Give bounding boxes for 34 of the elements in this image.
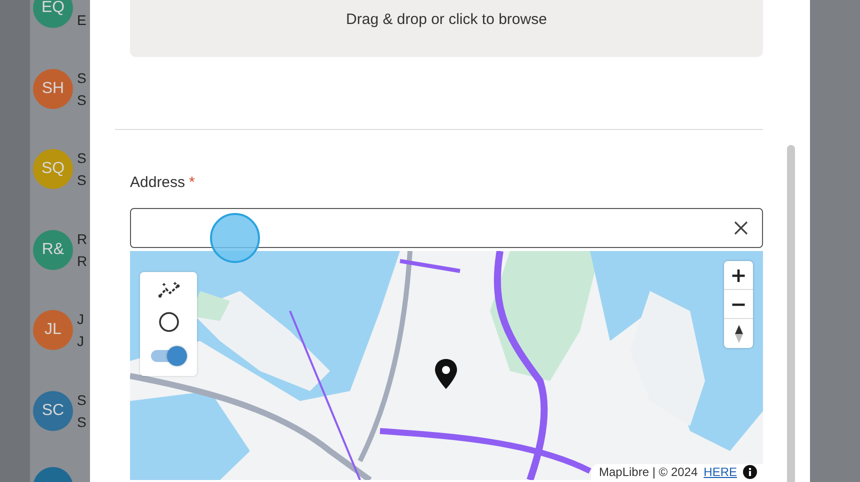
click-indicator: [210, 213, 260, 263]
contact-avatar: SH: [33, 68, 73, 108]
draw-line-icon[interactable]: [158, 282, 180, 298]
zoom-in-button[interactable]: +: [724, 261, 753, 290]
draw-circle-icon[interactable]: [158, 312, 178, 332]
map-attribution: MapLibre | © 2024: [598, 465, 698, 479]
toggle-switch[interactable]: [150, 346, 186, 366]
contact-name: S: [77, 150, 86, 166]
zoom-out-button[interactable]: −: [724, 290, 753, 319]
contact-avatar: SQ: [33, 149, 73, 189]
contact-name: S: [77, 392, 86, 408]
contact-subtitle: R: [77, 252, 88, 268]
contact-avatar: SC: [33, 390, 73, 430]
contact-avatar: EQ: [33, 0, 73, 28]
field-label: Address: [130, 174, 186, 191]
contact-name: S: [77, 70, 86, 86]
contact-name: J: [77, 311, 84, 327]
contact-subtitle: S: [77, 92, 86, 108]
contact-subtitle: S: [77, 414, 86, 430]
scrollbar[interactable]: [787, 145, 795, 482]
contact-name: R: [77, 230, 88, 246]
upload-dropzone[interactable]: Drag & drop or click to browse: [130, 0, 763, 57]
clear-icon[interactable]: [734, 221, 748, 235]
attribution-link[interactable]: HERE: [704, 465, 737, 479]
address-field[interactable]: [130, 208, 763, 248]
contact-avatar: R&: [33, 230, 73, 270]
location-pin-icon: [434, 359, 458, 389]
required-mark: *: [189, 174, 195, 191]
contact-subtitle: J: [77, 333, 84, 349]
compass-icon[interactable]: [734, 324, 744, 344]
contact-avatar: JL: [33, 310, 73, 350]
contact-subtitle: S: [77, 172, 86, 188]
info-icon[interactable]: [743, 465, 757, 479]
contact-subtitle: E: [77, 12, 86, 28]
